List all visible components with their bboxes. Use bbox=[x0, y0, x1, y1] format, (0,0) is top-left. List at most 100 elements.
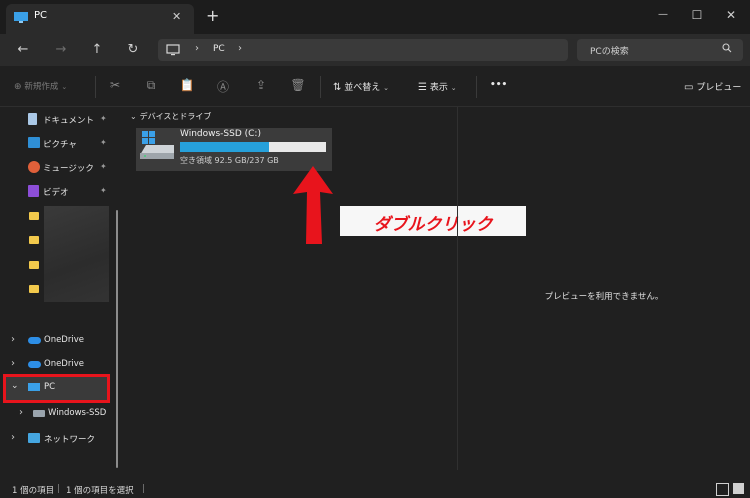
sidebar-item-label: ビデオ bbox=[43, 188, 69, 198]
up-button[interactable]: ↑ bbox=[86, 40, 108, 60]
chevron-down-icon: ⌄ bbox=[383, 84, 390, 92]
copy-icon[interactable]: ⧉ bbox=[142, 78, 160, 94]
sidebar-item-label: ドキュメント bbox=[43, 116, 95, 126]
details-view-icon[interactable] bbox=[716, 483, 729, 496]
delete-icon[interactable]: 🗑 bbox=[289, 78, 307, 94]
minimize-button[interactable]: — bbox=[646, 4, 680, 26]
sort-button[interactable]: ⇅ 並べ替え ⌄ bbox=[333, 80, 389, 93]
breadcrumb-pc[interactable]: PC bbox=[213, 44, 225, 54]
annotation-label: ダブルクリック bbox=[340, 206, 526, 236]
new-button[interactable]: ⊕ 新規作成 ⌄ bbox=[14, 80, 67, 92]
pc-icon bbox=[14, 12, 28, 24]
preview-message: プレビューを利用できません。 bbox=[544, 292, 664, 302]
chevron-down-icon: ⌄ bbox=[11, 381, 19, 391]
view-button[interactable]: ☰ 表示 ⌄ bbox=[418, 80, 457, 93]
sidebar-item-network[interactable]: › ネットワーク bbox=[0, 428, 121, 450]
sidebar-item-onedrive-2[interactable]: › OneDrive bbox=[0, 354, 121, 376]
rename-icon[interactable]: Ⓐ bbox=[214, 78, 232, 94]
sidebar-item-documents[interactable]: ドキュメント ✦ bbox=[0, 109, 121, 131]
group-header[interactable]: ⌄ デバイスとドライブ bbox=[130, 111, 211, 122]
paste-icon[interactable]: 📋 bbox=[178, 78, 196, 94]
preview-pane-button[interactable]: ▭ プレビュー bbox=[684, 80, 741, 93]
drive-free-space: 空き領域 92.5 GB/237 GB bbox=[180, 156, 279, 165]
video-icon bbox=[28, 185, 39, 197]
close-window-button[interactable]: ✕ bbox=[714, 4, 748, 26]
refresh-button[interactable]: ↻ bbox=[122, 40, 144, 60]
forward-button[interactable]: → bbox=[50, 40, 72, 60]
tab-title: PC bbox=[34, 10, 48, 21]
chevron-right-icon: › bbox=[11, 334, 15, 345]
sidebar-item-label: ネットワーク bbox=[44, 435, 96, 445]
pictures-icon bbox=[28, 137, 40, 148]
sidebar-item-onedrive[interactable]: › OneDrive bbox=[0, 330, 121, 352]
view-icon: ☰ bbox=[418, 82, 427, 93]
preview-divider[interactable] bbox=[457, 107, 458, 470]
more-options-button[interactable]: ••• bbox=[490, 80, 507, 90]
search-icon bbox=[722, 43, 732, 56]
sidebar-item-label: PC bbox=[44, 382, 56, 392]
monitor-icon bbox=[166, 44, 180, 59]
toolbar-separator bbox=[476, 76, 477, 98]
pin-icon: ✦ bbox=[100, 186, 107, 195]
plus-circle-icon: ⊕ bbox=[14, 82, 22, 92]
chevron-right-icon: › bbox=[11, 358, 15, 369]
folder-icon[interactable] bbox=[29, 212, 39, 220]
network-icon bbox=[28, 433, 40, 443]
cloud-icon bbox=[28, 337, 41, 344]
cloud-icon bbox=[28, 361, 41, 368]
tiles-view-icon[interactable] bbox=[733, 483, 744, 494]
annotation-arrow-icon bbox=[293, 166, 333, 249]
toolbar-separator bbox=[320, 76, 321, 98]
sidebar-item-music[interactable]: ミュージック ✦ bbox=[0, 157, 121, 179]
sidebar-item-label: OneDrive bbox=[44, 359, 84, 369]
folder-icon[interactable] bbox=[29, 261, 39, 269]
cut-icon[interactable]: ✂ bbox=[106, 78, 124, 94]
document-icon bbox=[28, 113, 37, 125]
close-tab-icon[interactable]: ✕ bbox=[172, 10, 181, 23]
group-header-label: デバイスとドライブ bbox=[139, 112, 212, 121]
preview-label: プレビュー bbox=[696, 83, 742, 93]
status-separator: | bbox=[142, 484, 145, 494]
share-icon[interactable]: ⇪ bbox=[252, 78, 270, 94]
sidebar-item-pictures[interactable]: ピクチャ ✦ bbox=[0, 133, 121, 155]
chevron-down-icon: ⌄ bbox=[130, 112, 137, 121]
chevron-down-icon: ⌄ bbox=[61, 83, 68, 91]
view-label: 表示 bbox=[429, 83, 448, 93]
toolbar-separator bbox=[95, 76, 96, 98]
breadcrumb-chevron-icon: › bbox=[195, 43, 199, 54]
sidebar-item-pc[interactable]: ⌄ PC bbox=[3, 374, 110, 403]
sidebar-item-label: ミュージック bbox=[43, 164, 94, 174]
back-button[interactable]: ← bbox=[12, 40, 34, 60]
drive-icon bbox=[33, 410, 45, 417]
pin-icon: ✦ bbox=[100, 138, 107, 147]
status-separator: | bbox=[57, 484, 60, 494]
chevron-right-icon: › bbox=[11, 432, 15, 443]
chevron-down-icon: ⌄ bbox=[450, 84, 457, 92]
new-tab-button[interactable]: + bbox=[206, 6, 219, 25]
drive-usage-fill bbox=[180, 142, 269, 152]
sidebar-item-windows-ssd[interactable]: › Windows-SSD bbox=[0, 403, 121, 425]
folder-icon[interactable] bbox=[29, 285, 39, 293]
sidebar-item-label: ピクチャ bbox=[43, 140, 77, 150]
music-icon bbox=[28, 161, 40, 173]
chevron-right-icon: › bbox=[19, 407, 23, 418]
new-label: 新規作成 bbox=[24, 82, 59, 92]
sidebar-item-label: OneDrive bbox=[44, 335, 84, 345]
folder-icon[interactable] bbox=[29, 236, 39, 244]
sidebar-item-videos[interactable]: ビデオ ✦ bbox=[0, 181, 121, 203]
pin-icon: ✦ bbox=[100, 162, 107, 171]
search-input[interactable]: PCの検索 bbox=[590, 44, 629, 57]
pc-icon bbox=[28, 383, 40, 391]
sort-icon: ⇅ bbox=[333, 82, 342, 93]
pin-icon: ✦ bbox=[100, 114, 107, 123]
maximize-button[interactable]: ☐ bbox=[680, 4, 714, 26]
annotation-text: ダブルクリック bbox=[373, 215, 493, 235]
status-item-count: 1 個の項目 bbox=[12, 486, 55, 496]
breadcrumb-chevron-icon: › bbox=[238, 43, 242, 54]
sidebar-item-label: Windows-SSD bbox=[48, 408, 107, 418]
hard-drive-icon bbox=[140, 131, 176, 164]
drive-name: Windows-SSD (C:) bbox=[180, 129, 261, 139]
preview-pane-icon: ▭ bbox=[684, 82, 694, 93]
redacted-folder-names bbox=[44, 206, 109, 302]
status-selected: 1 個の項目を選択 bbox=[66, 486, 134, 496]
